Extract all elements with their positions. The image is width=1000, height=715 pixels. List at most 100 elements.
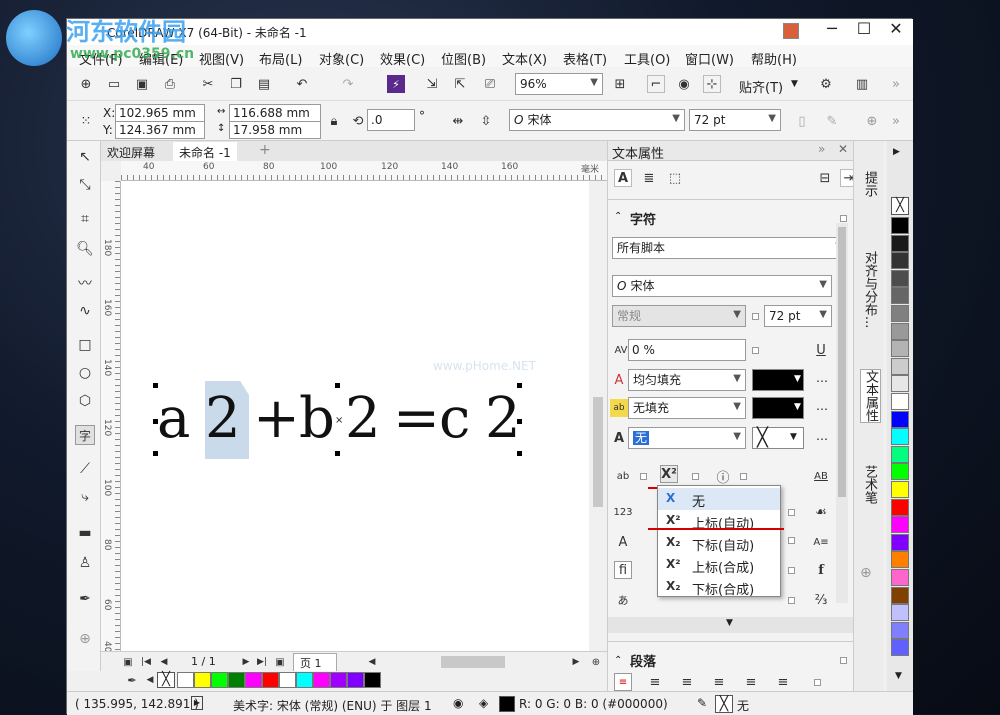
tab-align-distribute[interactable]: 对齐与分布... xyxy=(860,251,879,328)
dock-font-combo[interactable]: O 宋体 ▼ xyxy=(612,275,832,297)
menu-help[interactable]: 帮助(H) xyxy=(751,49,797,68)
selection-handle[interactable] xyxy=(153,451,158,456)
uppercase-icon[interactable]: ab xyxy=(614,467,632,485)
selection-handle[interactable] xyxy=(517,419,522,424)
palette-menu-icon[interactable]: ▶ xyxy=(893,147,900,157)
page-options-icon[interactable]: ▣ xyxy=(119,653,137,671)
color-swatch[interactable] xyxy=(211,672,228,688)
color-swatch[interactable] xyxy=(891,393,909,410)
font-list-combo[interactable]: O 宋体 ▼ xyxy=(509,109,685,131)
print-icon[interactable]: ⎙ xyxy=(161,75,179,93)
color-swatch[interactable] xyxy=(228,672,245,688)
ligature-icon[interactable]: ⓘ xyxy=(714,467,732,486)
show-rulers-icon[interactable]: ⌐ xyxy=(647,75,665,93)
kerning-field[interactable]: 0 % xyxy=(628,339,746,361)
menu-tools[interactable]: 工具(O) xyxy=(624,49,670,68)
color-swatch[interactable] xyxy=(891,357,909,375)
minimize-button[interactable]: ─ xyxy=(821,19,843,43)
font-style-combo[interactable]: 常规 ▼ xyxy=(612,305,746,327)
color-swatch[interactable] xyxy=(330,672,347,688)
no-outline-swatch[interactable]: ╳ xyxy=(715,695,733,713)
options-icon[interactable]: ⚙ xyxy=(817,75,835,93)
no-color-swatch[interactable]: ╳ xyxy=(157,672,175,688)
tab-hints[interactable]: 提示 xyxy=(860,171,879,197)
vertical-scrollbar[interactable] xyxy=(589,181,607,651)
align-right-icon[interactable]: ≡ xyxy=(710,673,728,691)
selection-handle[interactable] xyxy=(517,383,522,388)
selection-handle[interactable] xyxy=(153,383,158,388)
object-origin-icon[interactable]: ⁙ xyxy=(77,112,95,130)
color-swatch[interactable] xyxy=(891,586,909,604)
drop-shadow-icon[interactable]: ▬ xyxy=(75,523,95,543)
shape-tool-icon[interactable]: ⤡ xyxy=(75,175,95,195)
save-icon[interactable]: ▣ xyxy=(133,75,151,93)
redo-icon[interactable]: ↷ xyxy=(339,75,357,93)
justify-icon[interactable]: ≡ xyxy=(742,673,760,691)
crop-tool-icon[interactable]: ⌗ xyxy=(75,209,95,229)
checkbox[interactable] xyxy=(788,537,795,544)
docker-expand-icon[interactable]: » xyxy=(818,142,825,156)
overflow-icon[interactable]: » xyxy=(887,75,905,93)
color-swatch[interactable] xyxy=(891,569,909,586)
selection-handle[interactable] xyxy=(335,451,340,456)
color-swatch[interactable] xyxy=(891,287,909,305)
checkbox[interactable] xyxy=(788,567,795,574)
titling-icon[interactable]: f xyxy=(812,561,830,579)
docker-scrollbar[interactable] xyxy=(836,223,848,603)
tab-artistic-media[interactable]: 艺术笔 xyxy=(860,465,879,504)
chevron-down-icon[interactable]: ▼ xyxy=(794,402,801,412)
search-content-icon[interactable]: ⚡ xyxy=(387,75,405,93)
import-icon[interactable]: ⇲ xyxy=(423,75,441,93)
color-swatch[interactable] xyxy=(891,305,909,322)
paste-icon[interactable]: ▤ xyxy=(255,75,273,93)
play-icon[interactable]: ▶ xyxy=(191,696,203,710)
last-page-icon[interactable]: ▶| xyxy=(253,653,271,671)
zoom-combo[interactable]: 96% ▼ xyxy=(515,73,603,95)
publish-pdf-icon[interactable]: ⎚ xyxy=(481,75,499,93)
menu-layout[interactable]: 布局(L) xyxy=(259,49,302,68)
color-swatch[interactable] xyxy=(891,604,909,622)
color-swatch[interactable] xyxy=(891,639,909,657)
export-icon[interactable]: ⇱ xyxy=(451,75,469,93)
maximize-button[interactable]: ☐ xyxy=(853,19,875,43)
background-fill-combo[interactable]: 无填充 ▼ xyxy=(628,397,746,419)
more-options-icon[interactable]: … xyxy=(816,429,828,443)
selection-handle[interactable] xyxy=(153,419,158,424)
align-center-icon[interactable]: ≡ xyxy=(678,673,696,691)
color-swatch[interactable] xyxy=(891,340,909,358)
checkbox[interactable] xyxy=(788,597,795,604)
selection-handle[interactable] xyxy=(517,451,522,456)
new-document-icon[interactable]: ⊕ xyxy=(77,75,95,93)
color-swatch[interactable] xyxy=(891,533,909,551)
swash-icon[interactable]: ☙ xyxy=(812,503,830,521)
color-swatch[interactable] xyxy=(891,551,909,569)
add-tool-icon[interactable]: ⊕ xyxy=(75,629,95,649)
color-swatch[interactable] xyxy=(891,269,909,287)
menu-table[interactable]: 表格(T) xyxy=(563,49,607,68)
bold-icon[interactable]: ▯ xyxy=(793,112,811,130)
chevron-up-icon[interactable]: ⌃ xyxy=(614,211,622,222)
stylistic-sets-icon[interactable]: fi xyxy=(614,561,632,579)
width-field[interactable]: 116.688 mm xyxy=(229,104,321,122)
fill-type-combo[interactable]: 均匀填充 ▼ xyxy=(628,369,746,391)
menu-window[interactable]: 窗口(W) xyxy=(685,49,734,68)
docker-options-icon[interactable]: ⊟ xyxy=(816,169,834,187)
color-swatch[interactable] xyxy=(891,445,909,463)
color-swatch[interactable] xyxy=(177,672,194,688)
cut-icon[interactable]: ✂ xyxy=(199,75,217,93)
character-tab-icon[interactable]: A xyxy=(614,169,632,187)
close-button[interactable]: ✕ xyxy=(885,19,907,43)
application-launcher-icon[interactable]: ▥ xyxy=(853,75,871,93)
tab-text-properties[interactable]: 文本属性 xyxy=(860,369,881,423)
kerning-checkbox[interactable] xyxy=(752,347,759,354)
horizontal-ruler[interactable]: 40 60 80 100 120 140 160 毫米 xyxy=(121,161,607,181)
eyedropper-icon[interactable]: ✒ xyxy=(75,589,95,609)
section-checkbox[interactable] xyxy=(840,215,847,222)
align-none-icon[interactable]: ≡ xyxy=(614,673,632,691)
color-swatch[interactable] xyxy=(891,252,909,270)
dock-size-combo[interactable]: 72 pt ▼ xyxy=(764,305,832,327)
horizontal-scroll-thumb[interactable] xyxy=(441,656,505,668)
palette-scroll-down-icon[interactable]: ▼ xyxy=(895,671,902,681)
show-grid-icon[interactable]: ⊹ xyxy=(703,75,721,93)
strikethrough-icon[interactable]: AB xyxy=(812,467,830,485)
